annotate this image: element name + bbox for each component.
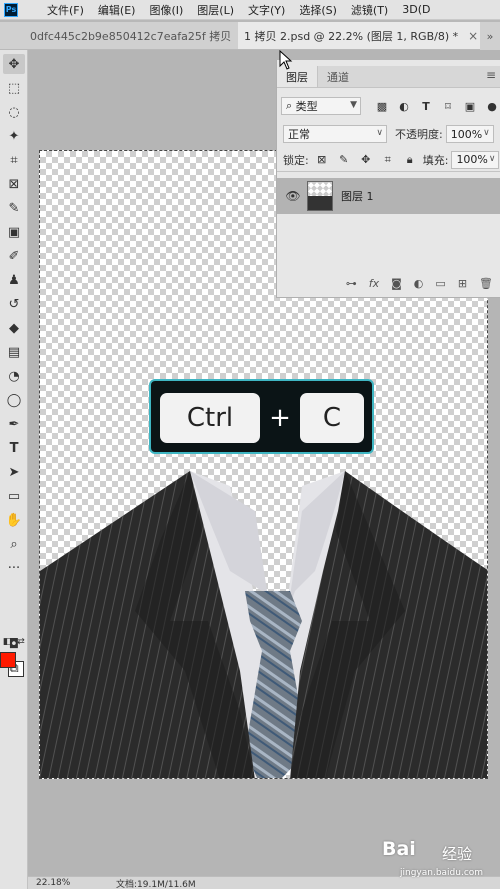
layer-name: 图层 1	[341, 190, 374, 203]
smart-object-filter-icon[interactable]: ▣	[461, 97, 479, 115]
opacity-value: 100%	[450, 127, 483, 141]
gradient-tool-icon[interactable]: ▤	[3, 342, 25, 362]
pen-tool-icon[interactable]: ✒	[3, 414, 25, 434]
lock-position-icon[interactable]: ✥	[357, 151, 375, 169]
menu-edit[interactable]: 编辑(E)	[91, 2, 143, 18]
lock-transparency-icon[interactable]: ⊠	[313, 151, 331, 169]
tab-label: 0dfc445c2b9e850412c7eafa25f 拷贝	[30, 29, 232, 43]
watermark-url: jingyan.baidu.com	[400, 868, 484, 878]
path-selection-tool-icon[interactable]: ➤	[3, 462, 25, 482]
layers-panel-footer: ⊶ fx ◙ ◐ ▭ ⊞ 🗑︎	[277, 272, 500, 294]
new-layer-icon[interactable]: ⊞	[458, 277, 467, 290]
opacity-label: 不透明度:	[395, 128, 443, 141]
ctrl-key: Ctrl	[160, 393, 260, 443]
blend-mode-value: 正常	[288, 128, 310, 141]
opacity-field[interactable]: 100% ∨	[445, 125, 494, 143]
history-brush-tool-icon[interactable]: ↺	[3, 294, 25, 314]
document-tab-1[interactable]: 0dfc445c2b9e850412c7eafa25f 拷贝 ×	[0, 22, 251, 49]
c-key: C	[300, 393, 364, 443]
mask-icon[interactable]: ◙	[391, 277, 402, 290]
blend-mode-select[interactable]: 正常 ∨	[283, 125, 387, 143]
magic-wand-tool-icon[interactable]: ✦	[3, 126, 25, 146]
type-filter-icon[interactable]: T	[417, 97, 435, 115]
foreground-color-swatch[interactable]	[0, 652, 16, 668]
filter-type-select[interactable]: ⌕ 类型 ▼	[281, 97, 361, 115]
quick-mask-icon[interactable]: ◘	[3, 634, 25, 654]
frame-tool-icon[interactable]: ⊠	[3, 174, 25, 194]
baidu-watermark: Bai 经验 jingyan.baidu.com	[382, 838, 494, 884]
chevron-down-icon: ∨	[483, 128, 490, 138]
trash-icon[interactable]: 🗑︎	[479, 277, 493, 290]
menu-layer[interactable]: 图层(L)	[190, 2, 241, 18]
photoshop-logo: Ps	[4, 2, 18, 17]
pixel-filter-icon[interactable]: ▩	[373, 97, 391, 115]
blend-row: 正常 ∨ 不透明度: 100% ∨	[277, 122, 500, 146]
shape-tool-icon[interactable]: ▭	[3, 486, 25, 506]
link-icon[interactable]: ⊶	[346, 277, 357, 290]
lock-all-icon[interactable]: 🔒︎	[401, 151, 419, 169]
shape-filter-icon[interactable]: ⌑	[439, 97, 457, 115]
zoom-tool-icon[interactable]: ⌕	[3, 534, 25, 554]
lock-pixels-icon[interactable]: ✎	[335, 151, 353, 169]
fill-label: 填充:	[422, 153, 449, 167]
chevron-down-icon: ∨	[376, 128, 383, 138]
layer-row[interactable]: 👁︎ 图层 1	[277, 178, 500, 214]
filter-toggle-icon[interactable]: ●	[483, 97, 500, 115]
healing-brush-tool-icon[interactable]: ▣	[3, 222, 25, 242]
search-icon: ⌕	[286, 99, 296, 112]
eyedropper-tool-icon[interactable]: ✎	[3, 198, 25, 218]
panel-menu-icon[interactable]: ≡	[486, 68, 496, 82]
fill-value: 100%	[456, 153, 488, 166]
blur-tool-icon[interactable]: ◔	[3, 366, 25, 386]
more-tools-icon[interactable]: ···	[3, 558, 25, 578]
marquee-tool-icon[interactable]: ⬚	[3, 78, 25, 98]
menu-bar: Ps 文件(F) 编辑(E) 图像(I) 图层(L) 文字(Y) 选择(S) 滤…	[0, 0, 500, 20]
folder-icon[interactable]: ▭	[435, 277, 445, 290]
menu-image[interactable]: 图像(I)	[142, 2, 190, 18]
document-tab-2[interactable]: 1 拷贝 2.psd @ 22.2% (图层 1, RGB/8) * ×	[238, 22, 485, 49]
mouse-cursor-icon	[279, 50, 293, 70]
fx-icon[interactable]: fx	[369, 277, 379, 290]
tab-overflow-icon[interactable]: »	[480, 22, 500, 50]
baidu-logo: Bai	[382, 838, 416, 860]
document-tab-bar: 0dfc445c2b9e850412c7eafa25f 拷贝 × 1 拷贝 2.…	[0, 22, 500, 50]
close-icon[interactable]: ×	[468, 29, 478, 43]
lock-artboard-icon[interactable]: ⌗	[379, 151, 397, 169]
eraser-tool-icon[interactable]: ◆	[3, 318, 25, 338]
zoom-level[interactable]: 22.18%	[36, 878, 96, 888]
adjustment-filter-icon[interactable]: ◐	[395, 97, 413, 115]
plus-sign: +	[269, 403, 291, 433]
chevron-down-icon: ▼	[350, 100, 357, 110]
filter-row: ⌕ 类型 ▼ ▩ ◐ T ⌑ ▣ ●	[277, 94, 500, 118]
lock-label: 锁定:	[283, 153, 309, 167]
shortcut-overlay: Ctrl + C	[149, 379, 374, 454]
clone-stamp-tool-icon[interactable]: ♟	[3, 270, 25, 290]
dodge-tool-icon[interactable]: ◯	[3, 390, 25, 410]
lock-row: 锁定: ⊠ ✎ ✥ ⌗ 🔒︎ 填充: 100% ∨	[277, 148, 500, 172]
tab-label: 1 拷贝 2.psd @ 22.2% (图层 1, RGB/8) *	[244, 29, 459, 43]
tools-panel: ✥ ⬚ ◌ ✦ ⌗ ⊠ ✎ ▣ ✐ ♟ ↺ ◆ ▤ ◔ ◯ ✒ T ➤ ▭ ✋ …	[0, 50, 28, 889]
chevron-down-icon: ∨	[488, 153, 496, 164]
move-tool-icon[interactable]: ✥	[3, 54, 25, 74]
tab-channels[interactable]: 通道	[318, 66, 358, 87]
watermark-text: 经验	[442, 845, 473, 863]
hand-tool-icon[interactable]: ✋	[3, 510, 25, 530]
menu-select[interactable]: 选择(S)	[292, 2, 344, 18]
eye-icon[interactable]: 👁︎	[283, 189, 303, 203]
layers-panel: 图层 通道 ≡ ⌕ 类型 ▼ ▩ ◐ T ⌑ ▣ ● 正常 ∨ 不透明度: 10…	[276, 60, 500, 298]
menu-filter[interactable]: 滤镜(T)	[344, 2, 395, 18]
adjustment-icon[interactable]: ◐	[414, 277, 424, 290]
layer-thumbnail	[307, 181, 333, 211]
panel-tab-bar: 图层 通道	[277, 66, 500, 88]
filter-type-value: 类型	[295, 100, 318, 113]
fill-field[interactable]: 100% ∨	[451, 150, 500, 169]
lasso-tool-icon[interactable]: ◌	[3, 102, 25, 122]
crop-tool-icon[interactable]: ⌗	[3, 150, 25, 170]
menu-3d[interactable]: 3D(D	[395, 3, 437, 16]
brush-tool-icon[interactable]: ✐	[3, 246, 25, 266]
menu-type[interactable]: 文字(Y)	[241, 2, 292, 18]
document-size: 文档:19.1M/11.6M	[116, 879, 196, 889]
type-tool-icon[interactable]: T	[3, 438, 25, 458]
menu-file[interactable]: 文件(F)	[40, 2, 91, 18]
